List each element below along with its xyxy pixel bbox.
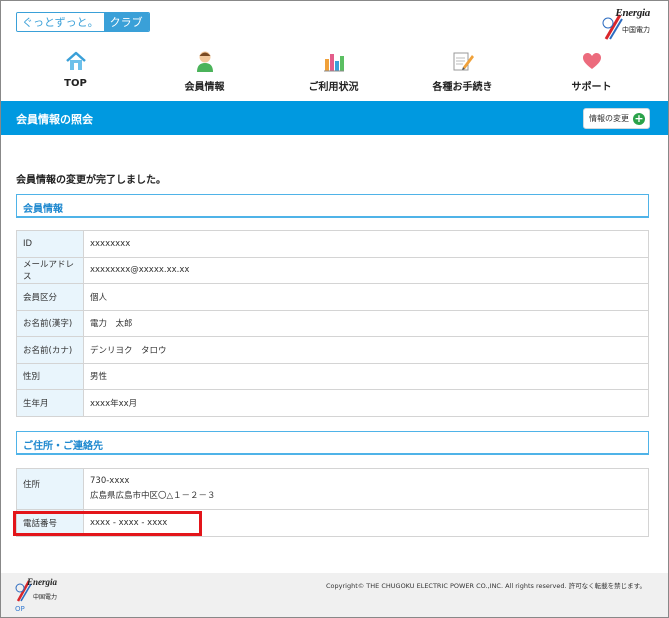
row-value: 電力 太郎 (83, 309, 649, 337)
footer-energia-word: Energia (27, 577, 58, 587)
address-section-title: ご住所・ご連絡先 (23, 441, 103, 452)
edit-info-button[interactable]: 情報の変更 + (583, 108, 650, 129)
table-row: ID xxxxxxxx (16, 230, 649, 258)
address-label: 住所 (16, 468, 84, 510)
club-logo-part1: ぐっとずっと。 (17, 13, 104, 31)
nav-item-usage[interactable]: ご利用状況 (269, 49, 398, 93)
nav-item-support[interactable]: サポート (527, 49, 656, 93)
row-value: xxxxxxxx (83, 230, 649, 258)
row-label: 性別 (16, 362, 84, 390)
nav-item-member-info[interactable]: 会員情報 (140, 49, 269, 93)
nav-label: 会員情報 (184, 82, 225, 93)
member-section-heading: 会員情報 (16, 194, 649, 218)
content-panel: 会員情報の変更が完了しました。 会員情報 ID xxxxxxxx メールアドレス… (1, 135, 668, 573)
address-line: 広島県広島市中区〇△１－２－３ (90, 491, 216, 501)
nav-label: 各種お手続き (432, 82, 493, 93)
plus-circle-icon: + (633, 111, 645, 125)
nav-label: サポート (571, 82, 612, 93)
copyright-text: Copyright© THE CHUGOKU ELECTRIC POWER CO… (325, 582, 646, 590)
address-value: 730-xxxx 広島県広島市中区〇△１－２－３ (83, 468, 649, 510)
table-row: 生年月 xxxx年xx月 (16, 389, 649, 417)
complete-message: 会員情報の変更が完了しました。 (16, 175, 166, 186)
member-section-title: 会員情報 (23, 204, 63, 215)
nav-label: ご利用状況 (308, 82, 359, 93)
table-row: 住所 730-xxxx 広島県広島市中区〇△１－２－３ (16, 468, 649, 510)
row-value: xxxx年xx月 (83, 389, 649, 417)
postal-code: 730-xxxx (90, 476, 130, 486)
page-frame: ぐっとずっと。 クラブ Energia 中国電力 TOP 会員情報 ご利用状況 … (0, 0, 669, 618)
phone-highlight-box (13, 511, 202, 536)
row-label: ID (16, 230, 84, 258)
row-label: メールアドレス (16, 256, 84, 284)
main-area: 会員情報の変更が完了しました。 会員情報 ID xxxxxxxx メールアドレス… (1, 135, 668, 573)
nav-item-top[interactable]: TOP (11, 49, 140, 93)
row-value: xxxxxxxx@xxxxx.xx.xx (83, 256, 649, 284)
table-row: お名前(漢字) 電力 太郎 (16, 309, 649, 337)
table-row: お名前(カナ) デンリヨク タロウ (16, 336, 649, 364)
energia-word: Energia (615, 7, 650, 19)
table-row: 性別 男性 (16, 362, 649, 390)
nav-item-procedures[interactable]: 各種お手続き (398, 49, 527, 93)
bar-chart-icon (322, 49, 346, 73)
person-icon (193, 49, 217, 73)
club-logo-part2: クラブ (103, 13, 149, 31)
row-label: お名前(カナ) (16, 336, 84, 364)
heart-icon (580, 49, 604, 73)
energia-logo[interactable]: Energia 中国電力 (602, 7, 650, 40)
row-value: デンリヨク タロウ (83, 336, 649, 364)
energia-sub: 中国電力 (622, 26, 650, 34)
nav-label: TOP (64, 78, 87, 89)
site-footer: Energia 中国電力 OP Copyright© THE CHUGOKU E… (1, 573, 668, 617)
row-label: 会員区分 (16, 283, 84, 311)
page-title-bar: 会員情報の照会 情報の変更 + (1, 101, 668, 135)
footer-energia-sub: 中国電力 (33, 594, 58, 601)
site-header: ぐっとずっと。 クラブ Energia 中国電力 TOP 会員情報 ご利用状況 … (1, 1, 668, 101)
row-value: 男性 (83, 362, 649, 390)
row-value: 個人 (83, 283, 649, 311)
address-section-heading: ご住所・ご連絡先 (16, 431, 649, 455)
footer-energia-logo[interactable]: Energia 中国電力 (15, 577, 59, 603)
table-row: メールアドレス xxxxxxxx@xxxxx.xx.xx (16, 256, 649, 284)
footer-op-label: OP (15, 605, 25, 613)
table-row: 会員区分 個人 (16, 283, 649, 311)
club-logo[interactable]: ぐっとずっと。 クラブ (16, 12, 150, 32)
member-info-table: ID xxxxxxxx メールアドレス xxxxxxxx@xxxxx.xx.xx… (16, 230, 649, 417)
page-title: 会員情報の照会 (16, 113, 93, 126)
row-label: お名前(漢字) (16, 309, 84, 337)
row-label: 生年月 (16, 389, 84, 417)
house-icon (64, 49, 88, 73)
edit-info-button-label: 情報の変更 (589, 114, 629, 123)
main-nav: TOP 会員情報 ご利用状況 各種お手続き サポート (11, 49, 656, 93)
notepad-pencil-icon (451, 49, 475, 73)
